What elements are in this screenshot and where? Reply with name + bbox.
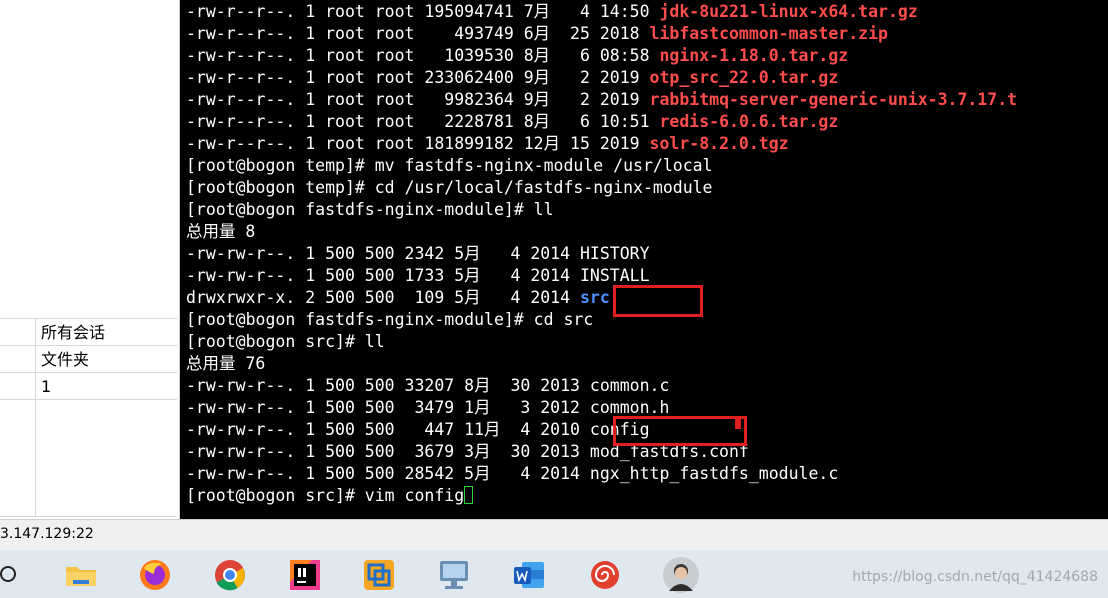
terminal-line: -rw-r--r--. 1 root root 9982364 9月 2 201… xyxy=(186,89,1017,111)
terminal-text: otp_src_22.0.tar.gz xyxy=(649,68,839,87)
terminal-text: -rw-r--r--. 1 root root 233062400 9月 2 2… xyxy=(186,68,650,87)
terminal-text: rabbitmq-server-generic-unix-3.7.17.t xyxy=(649,90,1018,109)
terminal-line: -rw-rw-r--. 1 500 500 33207 8月 30 2013 c… xyxy=(186,375,1017,397)
spiral-app-icon[interactable] xyxy=(588,558,622,592)
taskbar: https://blog.csdn.net/qq_41424688 xyxy=(0,550,1108,598)
terminal-text: [root@bogon fastdfs-nginx-module]# cd sr… xyxy=(186,310,594,329)
highlight-mark xyxy=(735,419,741,429)
user-avatar-icon[interactable] xyxy=(663,557,699,593)
terminal-line: -rw-r--r--. 1 root root 1039530 8月 6 08:… xyxy=(186,45,1017,67)
terminal-text: jdk-8u221-linux-x64.tar.gz xyxy=(659,2,918,21)
terminal-line: -rw-rw-r--. 1 500 500 2342 5月 4 2014 HIS… xyxy=(186,243,1017,265)
terminal-window[interactable]: -rw-r--r--. 1 root root 195094741 7月 4 1… xyxy=(180,0,1108,519)
status-bar: 3.147.129:22 xyxy=(0,519,1108,550)
terminal-text: src xyxy=(580,288,610,307)
highlight-box-config xyxy=(613,416,747,446)
file-explorer-icon[interactable] xyxy=(64,558,98,592)
terminal-line: [root@bogon temp]# mv fastdfs-nginx-modu… xyxy=(186,155,1017,177)
chrome-icon[interactable] xyxy=(213,558,247,592)
terminal-line: [root@bogon fastdfs-nginx-module]# cd sr… xyxy=(186,309,1017,331)
terminal-text: -rw-r--r--. 1 root root 181899182 12月 15… xyxy=(186,134,650,153)
property-value xyxy=(36,400,177,516)
terminal-text: [root@bogon src]# vim config xyxy=(186,486,465,505)
terminal-text: libfastcommon-master.zip xyxy=(649,24,888,43)
terminal-output: -rw-r--r--. 1 root root 195094741 7月 4 1… xyxy=(186,1,1017,507)
vm-monitor-icon[interactable] xyxy=(437,558,471,592)
table-row[interactable]: 所有会话 xyxy=(0,318,177,345)
remote-session-icon[interactable] xyxy=(362,558,396,592)
watermark-text: https://blog.csdn.net/qq_41424688 xyxy=(852,569,1098,585)
terminal-text: [root@bogon temp]# mv fastdfs-nginx-modu… xyxy=(186,156,713,175)
terminal-text: redis-6.0.6.tar.gz xyxy=(659,112,839,131)
terminal-text: -rw-rw-r--. 1 500 500 447 11月 4 2010 con… xyxy=(186,420,650,439)
terminal-cursor xyxy=(464,486,474,504)
property-value: 所有会话 xyxy=(41,323,106,342)
session-panel: 所有会话 文件夹 1 xyxy=(0,0,180,519)
property-value: 1 xyxy=(41,377,52,396)
terminal-line: -rw-r--r--. 1 root root 233062400 9月 2 2… xyxy=(186,67,1017,89)
terminal-line: -rw-rw-r--. 1 500 500 28542 5月 4 2014 ng… xyxy=(186,463,1017,485)
terminal-text: -rw-rw-r--. 1 500 500 2342 5月 4 2014 HIS… xyxy=(186,244,650,263)
search-icon[interactable] xyxy=(0,566,16,582)
terminal-text: -rw-rw-r--. 1 500 500 1733 5月 4 2014 INS… xyxy=(186,266,650,285)
terminal-text: 总用量 8 xyxy=(186,222,256,241)
terminal-line: -rw-rw-r--. 1 500 500 1733 5月 4 2014 INS… xyxy=(186,265,1017,287)
terminal-text: -rw-rw-r--. 1 500 500 3479 1月 3 2012 com… xyxy=(186,398,670,417)
highlight-box-src xyxy=(613,285,703,317)
session-properties-table: 所有会话 文件夹 1 xyxy=(0,318,177,517)
terminal-line: 总用量 76 xyxy=(186,353,1017,375)
table-row[interactable]: 文件夹 xyxy=(0,345,177,372)
terminal-text: -rw-r--r--. 1 root root 493749 6月 25 201… xyxy=(186,24,650,43)
terminal-line: -rw-rw-r--. 1 500 500 447 11月 4 2010 con… xyxy=(186,419,1017,441)
terminal-line: [root@bogon temp]# cd /usr/local/fastdfs… xyxy=(186,177,1017,199)
terminal-line: [root@bogon src]# ll xyxy=(186,331,1017,353)
terminal-text: -rw-rw-r--. 1 500 500 33207 8月 30 2013 c… xyxy=(186,376,670,395)
terminal-text: -rw-rw-r--. 1 500 500 28542 5月 4 2014 ng… xyxy=(186,464,839,483)
terminal-text: drwxrwxr-x. 2 500 500 109 5月 4 2014 xyxy=(186,288,580,307)
terminal-text: [root@bogon fastdfs-nginx-module]# ll xyxy=(186,200,554,219)
terminal-text: -rw-r--r--. 1 root root 1039530 8月 6 08:… xyxy=(186,46,660,65)
terminal-text: solr-8.2.0.tgz xyxy=(649,134,789,153)
terminal-line: -rw-rw-r--. 1 500 500 3679 3月 30 2013 mo… xyxy=(186,441,1017,463)
terminal-text: 总用量 76 xyxy=(186,354,266,373)
terminal-text: [root@bogon src]# ll xyxy=(186,332,385,351)
terminal-text: -rw-r--r--. 1 root root 195094741 7月 4 1… xyxy=(186,2,660,21)
terminal-text: nginx-1.18.0.tar.gz xyxy=(659,46,849,65)
connection-address: 3.147.129:22 xyxy=(0,526,94,542)
terminal-text: -rw-r--r--. 1 root root 9982364 9月 2 201… xyxy=(186,90,650,109)
terminal-line: -rw-r--r--. 1 root root 2228781 8月 6 10:… xyxy=(186,111,1017,133)
terminal-line: -rw-r--r--. 1 root root 195094741 7月 4 1… xyxy=(186,1,1017,23)
terminal-line: -rw-r--r--. 1 root root 493749 6月 25 201… xyxy=(186,23,1017,45)
intellij-idea-icon[interactable] xyxy=(288,558,322,592)
table-row[interactable]: 1 xyxy=(0,372,177,399)
terminal-text: -rw-r--r--. 1 root root 2228781 8月 6 10:… xyxy=(186,112,660,131)
terminal-line: [root@bogon src]# vim config xyxy=(186,485,1017,507)
firefox-icon[interactable] xyxy=(138,558,172,592)
terminal-line: [root@bogon fastdfs-nginx-module]# ll xyxy=(186,199,1017,221)
terminal-line: 总用量 8 xyxy=(186,221,1017,243)
property-value: 文件夹 xyxy=(41,350,90,369)
word-icon[interactable] xyxy=(512,558,546,592)
terminal-line: drwxrwxr-x. 2 500 500 109 5月 4 2014 src xyxy=(186,287,1017,309)
terminal-line: -rw-rw-r--. 1 500 500 3479 1月 3 2012 com… xyxy=(186,397,1017,419)
terminal-text: [root@bogon temp]# cd /usr/local/fastdfs… xyxy=(186,178,713,197)
table-row xyxy=(0,399,177,517)
terminal-line: -rw-r--r--. 1 root root 181899182 12月 15… xyxy=(186,133,1017,155)
